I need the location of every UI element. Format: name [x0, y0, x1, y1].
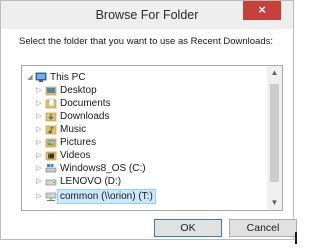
tree-item-label: Music: [60, 124, 87, 135]
cancel-button[interactable]: Cancel: [229, 219, 297, 237]
collapse-arrow-icon[interactable]: ▷: [35, 149, 43, 162]
drive-icon: [45, 176, 57, 187]
network-drive-icon: [45, 191, 57, 202]
ok-button[interactable]: OK: [154, 219, 222, 237]
tree-item-common-network[interactable]: ▷ common (\\orion) (T:): [22, 189, 266, 204]
close-button[interactable]: ×: [243, 1, 281, 20]
vertical-scrollbar[interactable]: ▲ ▼: [267, 66, 282, 210]
tree-item-label: This PC: [50, 72, 86, 83]
collapse-arrow-icon[interactable]: ▷: [35, 190, 43, 203]
tree-item-label: Downloads: [60, 111, 110, 122]
pictures-folder-icon: [45, 137, 57, 148]
scroll-down-arrow-icon[interactable]: ▼: [267, 196, 282, 210]
tree-item-documents[interactable]: ▷ Documents: [22, 97, 266, 110]
tree-item-label: common (\\orion) (T:): [57, 189, 156, 204]
music-folder-icon: [45, 124, 57, 135]
tree-item-label: LENOVO (D:): [60, 176, 122, 187]
tree-item-label: Documents: [60, 98, 111, 109]
windows-drive-icon: [45, 163, 57, 174]
tree-item-label: Desktop: [60, 85, 97, 96]
text-cursor: [295, 232, 297, 244]
folder-tree[interactable]: ◢ This PC ▷ Desktop ▷ Documents ▷ Downlo…: [21, 65, 283, 211]
collapse-arrow-icon[interactable]: ▷: [35, 162, 43, 175]
collapse-arrow-icon[interactable]: ▷: [35, 84, 43, 97]
videos-folder-icon: [45, 150, 57, 161]
downloads-folder-icon: [45, 111, 57, 122]
tree-item-label: Pictures: [60, 137, 97, 148]
collapse-arrow-icon[interactable]: ▷: [35, 136, 43, 149]
tree-item-lenovo-drive[interactable]: ▷ LENOVO (D:): [22, 175, 266, 188]
folder-icon: [45, 85, 57, 96]
tree-item-downloads[interactable]: ▷ Downloads: [22, 110, 266, 123]
scrollbar-thumb[interactable]: [270, 84, 279, 182]
tree-item-music[interactable]: ▷ Music: [22, 123, 266, 136]
computer-icon: [35, 72, 47, 83]
tree-item-desktop[interactable]: ▷ Desktop: [22, 84, 266, 97]
collapse-arrow-icon[interactable]: ▷: [35, 175, 43, 188]
documents-folder-icon: [45, 98, 57, 109]
tree-item-this-pc[interactable]: ◢ This PC: [22, 71, 266, 84]
expand-arrow-icon[interactable]: ◢: [26, 71, 34, 84]
tree-item-windows8-os[interactable]: ▷ Windows8_OS (C:): [22, 162, 266, 175]
tree-item-pictures[interactable]: ▷ Pictures: [22, 136, 266, 149]
collapse-arrow-icon[interactable]: ▷: [35, 123, 43, 136]
tree-item-videos[interactable]: ▷ Videos: [22, 149, 266, 162]
collapse-arrow-icon[interactable]: ▷: [35, 110, 43, 123]
instruction-text: Select the folder that you want to use a…: [19, 36, 274, 47]
collapse-arrow-icon[interactable]: ▷: [35, 97, 43, 110]
scroll-up-arrow-icon[interactable]: ▲: [267, 66, 282, 80]
tree-item-label: Windows8_OS (C:): [60, 163, 146, 174]
browse-for-folder-dialog: Browse For Folder × Select the folder th…: [0, 0, 297, 240]
tree-item-label: Videos: [60, 150, 91, 161]
title-bar: Browse For Folder ×: [1, 1, 293, 29]
